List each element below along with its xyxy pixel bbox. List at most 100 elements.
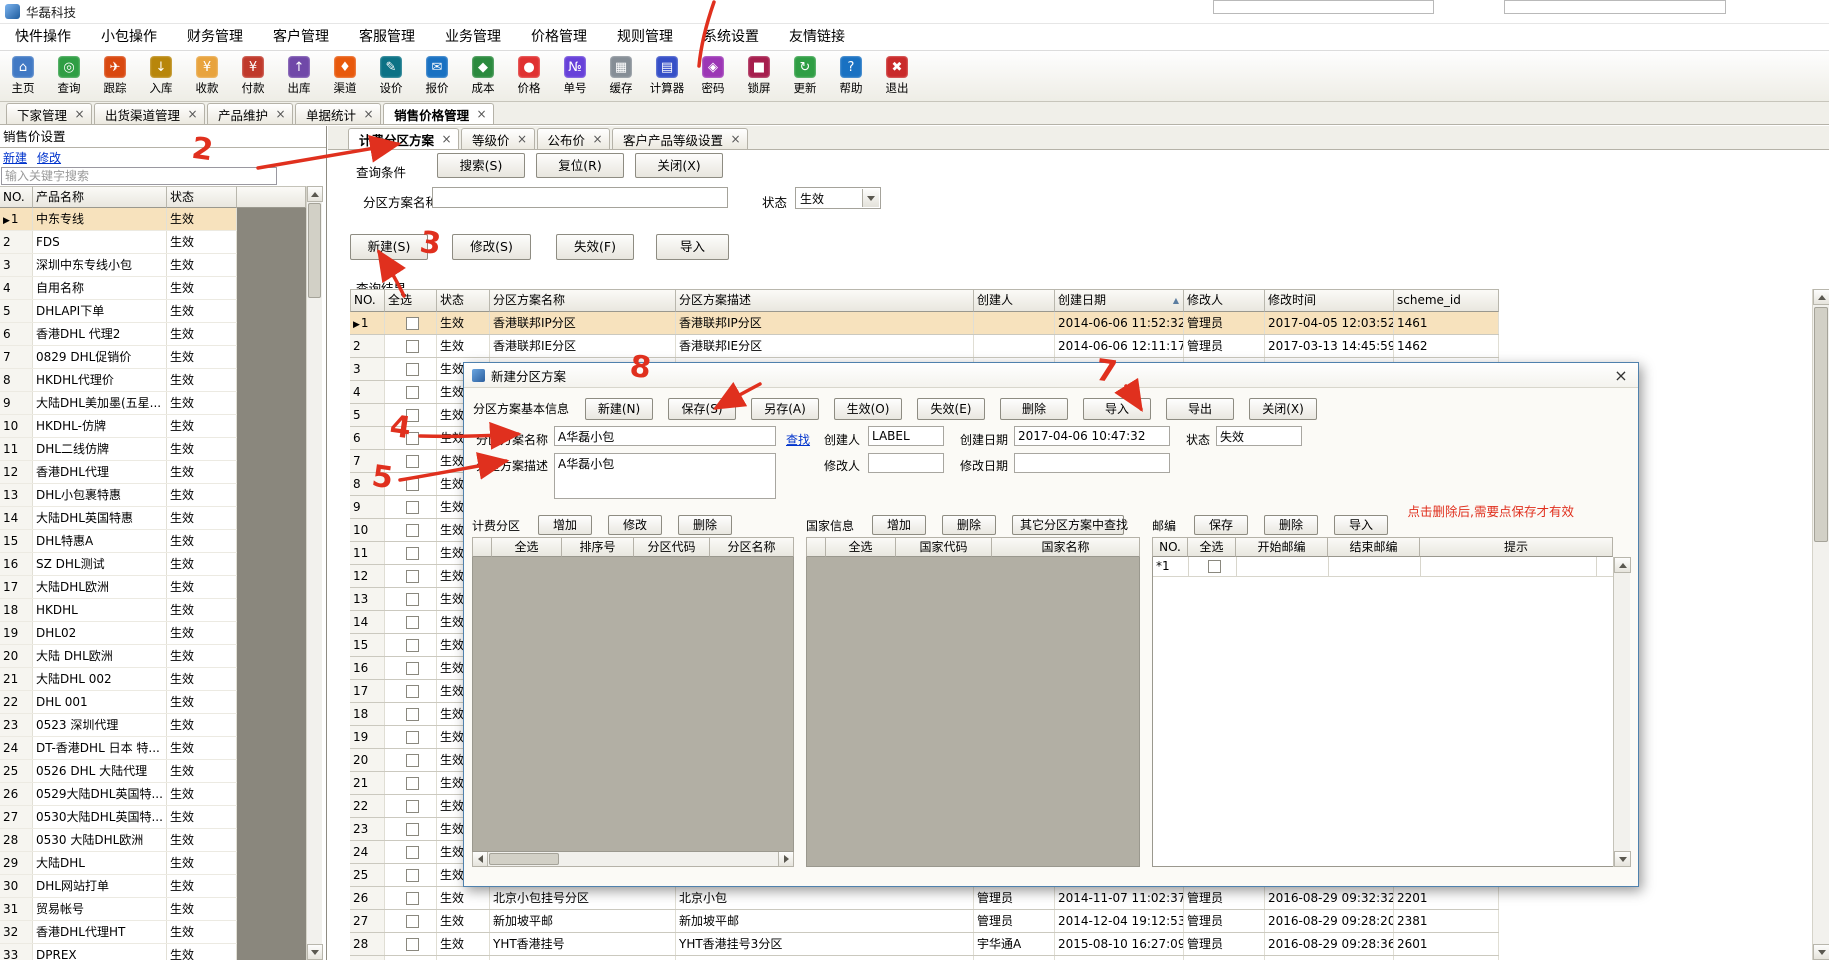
- dialog-toolbar-button[interactable]: 新建(N): [585, 398, 653, 420]
- menu-item[interactable]: 小包操作: [86, 24, 172, 50]
- close-icon[interactable]: [729, 132, 742, 146]
- row-checkbox[interactable]: [406, 662, 419, 675]
- main-tab[interactable]: 单据统计: [295, 103, 381, 124]
- new-link[interactable]: 新建: [3, 149, 27, 166]
- toolbar-button[interactable]: ↓ 入库: [138, 51, 184, 101]
- close-icon[interactable]: [1612, 366, 1630, 385]
- row-checkbox[interactable]: [406, 616, 419, 629]
- row-checkbox[interactable]: [406, 501, 419, 514]
- row-checkbox[interactable]: [406, 800, 419, 813]
- dialog-toolbar-button[interactable]: 导入: [1083, 398, 1151, 420]
- menu-item[interactable]: 友情链接: [774, 24, 860, 50]
- row-checkbox[interactable]: [406, 639, 419, 652]
- search-button[interactable]: 搜索(S): [437, 153, 525, 178]
- import-button[interactable]: 导入: [656, 234, 729, 260]
- row-checkbox[interactable]: [406, 777, 419, 790]
- chevron-down-icon[interactable]: [862, 189, 879, 207]
- new-button[interactable]: 新建(S): [350, 234, 428, 260]
- scroll-thumb[interactable]: [489, 853, 559, 865]
- scroll-down-icon[interactable]: [1813, 944, 1829, 960]
- result-row[interactable]: 2 生效 香港联邦IE分区 香港联邦IE分区 2014-06-06 12:11:…: [350, 335, 1499, 358]
- menu-item[interactable]: 规则管理: [602, 24, 688, 50]
- main-tab[interactable]: 产品维护: [207, 103, 293, 124]
- toolbar-button[interactable]: № 单号: [552, 51, 598, 101]
- row-checkbox[interactable]: [406, 386, 419, 399]
- postcode-section-button[interactable]: 保存: [1194, 515, 1248, 535]
- dialog-toolbar-button[interactable]: 导出: [1166, 398, 1234, 420]
- edit-link[interactable]: 修改: [37, 149, 61, 166]
- scroll-down-icon[interactable]: [1614, 851, 1631, 867]
- zone-section-button[interactable]: 修改: [608, 515, 662, 535]
- result-row[interactable]: 1 生效 香港联邦IP分区 香港联邦IP分区 2014-06-06 11:52:…: [350, 312, 1499, 335]
- scroll-up-icon[interactable]: [307, 186, 323, 202]
- scroll-left-icon[interactable]: [473, 852, 488, 866]
- scroll-down-icon[interactable]: [307, 944, 323, 960]
- toolbar-button[interactable]: ■ 锁屏: [736, 51, 782, 101]
- row-checkbox[interactable]: [406, 524, 419, 537]
- row-checkbox[interactable]: [406, 432, 419, 445]
- sub-tab[interactable]: 客户产品等级设置: [612, 128, 748, 149]
- row-checkbox[interactable]: [406, 846, 419, 859]
- toolbar-button[interactable]: ? 帮助: [828, 51, 874, 101]
- row-checkbox[interactable]: [406, 363, 419, 376]
- scroll-right-icon[interactable]: [778, 852, 793, 866]
- toolbar-button[interactable]: ◈ 密码: [690, 51, 736, 101]
- status-select[interactable]: 生效: [795, 187, 881, 209]
- main-tab[interactable]: 下家管理: [6, 103, 92, 124]
- toolbar-button[interactable]: ¥ 收款: [184, 51, 230, 101]
- dialog-toolbar-button[interactable]: 删除: [1000, 398, 1068, 420]
- menu-item[interactable]: 快件操作: [0, 24, 86, 50]
- scheme-name-input[interactable]: [554, 426, 776, 446]
- result-row[interactable]: 26 生效 北京小包挂号分区 北京小包 管理员 2014-11-07 11:02…: [350, 887, 1499, 910]
- close-icon[interactable]: [362, 107, 375, 121]
- row-checkbox[interactable]: [406, 869, 419, 882]
- sub-tab[interactable]: 计费分区方案: [348, 128, 459, 149]
- dialog-toolbar-button[interactable]: 另存(A): [751, 398, 819, 420]
- country-section-button[interactable]: 增加: [872, 515, 926, 535]
- row-checkbox[interactable]: [406, 317, 419, 330]
- toolbar-button[interactable]: ◆ 成本: [460, 51, 506, 101]
- row-checkbox[interactable]: [406, 478, 419, 491]
- result-row[interactable]: 29 生效: [350, 956, 1499, 960]
- scroll-thumb[interactable]: [1814, 307, 1828, 542]
- close-icon[interactable]: [440, 132, 453, 146]
- sidebar-scrollbar[interactable]: [306, 186, 322, 960]
- disable-button[interactable]: 失效(F): [556, 234, 634, 260]
- zone-section-button[interactable]: 删除: [678, 515, 732, 535]
- toolbar-button[interactable]: ✈ 跟踪: [92, 51, 138, 101]
- row-checkbox[interactable]: [406, 731, 419, 744]
- main-tab[interactable]: 出货渠道管理: [94, 103, 205, 124]
- toolbar-button[interactable]: ↑ 出库: [276, 51, 322, 101]
- toolbar-button[interactable]: ✉ 报价: [414, 51, 460, 101]
- edit-button[interactable]: 修改(S): [452, 234, 531, 260]
- modifier-input[interactable]: [868, 453, 944, 473]
- main-tab[interactable]: 销售价格管理: [383, 103, 494, 124]
- toolbar-button[interactable]: ▦ 缓存: [598, 51, 644, 101]
- result-row[interactable]: 28 生效 YHT香港挂号 YHT香港挂号3分区 宇华通A 2015-08-10…: [350, 933, 1499, 956]
- results-scrollbar[interactable]: [1812, 289, 1829, 960]
- row-checkbox[interactable]: [1208, 560, 1221, 573]
- row-checkbox[interactable]: [406, 708, 419, 721]
- toolbar-button[interactable]: ✎ 设价: [368, 51, 414, 101]
- country-section-button[interactable]: 其它分区方案中查找: [1012, 515, 1124, 535]
- menu-item[interactable]: 客户管理: [258, 24, 344, 50]
- search-input[interactable]: [1, 167, 277, 185]
- toolbar-button[interactable]: ♦ 渠道: [322, 51, 368, 101]
- row-checkbox[interactable]: [406, 593, 419, 606]
- find-link[interactable]: 查找: [786, 431, 810, 448]
- row-checkbox[interactable]: [406, 409, 419, 422]
- scroll-thumb[interactable]: [308, 203, 321, 298]
- close-icon[interactable]: [274, 107, 287, 121]
- dialog-toolbar-button[interactable]: 生效(O): [834, 398, 902, 420]
- row-checkbox[interactable]: [406, 754, 419, 767]
- dialog-toolbar-button[interactable]: 保存(S): [668, 398, 736, 420]
- postcode-section-button[interactable]: 删除: [1264, 515, 1318, 535]
- toolbar-button[interactable]: ✖ 退出: [874, 51, 920, 101]
- close-icon[interactable]: [186, 107, 199, 121]
- close-button[interactable]: 关闭(X): [635, 153, 723, 178]
- row-checkbox[interactable]: [406, 938, 419, 951]
- menu-item[interactable]: 业务管理: [430, 24, 516, 50]
- sub-tab[interactable]: 等级价: [461, 128, 535, 149]
- close-icon[interactable]: [73, 107, 86, 121]
- close-icon[interactable]: [516, 132, 529, 146]
